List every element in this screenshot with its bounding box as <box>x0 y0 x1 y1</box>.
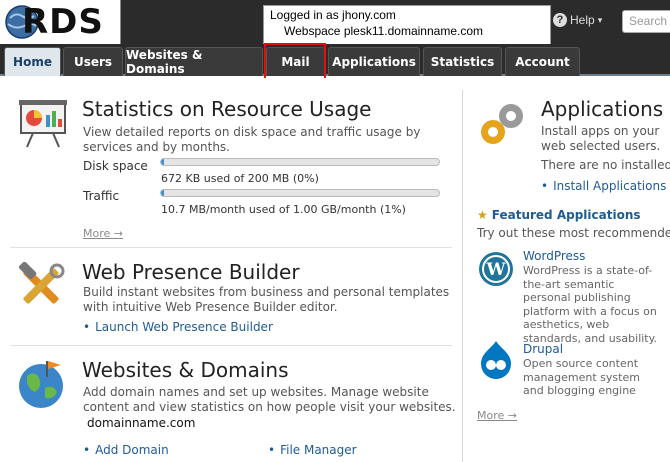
add-domain-link[interactable]: • Add Domain <box>83 443 169 457</box>
disk-usage-text: 672 KB used of 200 MB (0%) <box>161 172 319 185</box>
logo: RDS <box>0 0 121 44</box>
tab-users[interactable]: Users <box>63 47 123 76</box>
main-tabs: Home Users Websites & Domains Mail Appli… <box>0 44 670 76</box>
builder-description: Build instant websites from business and… <box>83 285 450 314</box>
tab-mail[interactable]: Mail <box>266 47 325 76</box>
traffic-usage-fill <box>161 190 164 196</box>
help-icon: ? <box>553 13 567 27</box>
section-divider <box>10 247 452 248</box>
tab-statistics[interactable]: Statistics <box>423 47 502 76</box>
tools-icon <box>18 262 65 304</box>
tab-applications[interactable]: Applications <box>328 47 420 76</box>
help-label: Help <box>570 13 595 27</box>
featured-applications-heading: ★ Featured Applications <box>477 208 641 222</box>
applications-description: Install apps on your web selected users. <box>541 124 661 153</box>
builder-title: Web Presence Builder <box>82 260 300 284</box>
disk-usage-fill <box>161 159 164 165</box>
top-header: RDS Logged in as jhony.com Webspace ples… <box>0 0 670 45</box>
domain-name: domainname.com <box>87 416 196 430</box>
search-input[interactable]: Search <box>622 10 670 33</box>
file-manager-link[interactable]: • File Manager <box>268 443 357 457</box>
chevron-down-icon: ▾ <box>597 14 603 25</box>
star-icon: ★ <box>477 208 488 222</box>
stats-title: Statistics on Resource Usage <box>82 97 372 121</box>
statistics-icon <box>19 100 67 148</box>
launch-builder-link[interactable]: • Launch Web Presence Builder <box>83 320 273 334</box>
gears-icon <box>481 104 523 144</box>
svg-text:W: W <box>485 260 506 280</box>
wordpress-description: WordPress is a state-of-the-art semantic… <box>523 264 658 345</box>
webspace-label: Webspace plesk11.domainname.com <box>284 24 483 38</box>
login-info: Logged in as jhony.com Webspace plesk11.… <box>263 5 551 45</box>
disk-usage-bar <box>160 158 440 166</box>
stats-description: View detailed reports on disk space and … <box>83 125 421 154</box>
traffic-usage-text: 10.7 MB/month used of 1.00 GB/month (1%) <box>161 203 406 216</box>
traffic-usage-bar <box>160 189 440 197</box>
section-divider <box>10 345 452 346</box>
applications-more-link[interactable]: More → <box>477 409 517 422</box>
traffic-label: Traffic <box>83 189 120 203</box>
install-applications-link[interactable]: • Install Applications <box>541 179 666 193</box>
applications-title: Applications <box>541 97 664 121</box>
tab-websites-domains[interactable]: Websites & Domains <box>125 47 263 76</box>
websites-title: Websites & Domains <box>82 358 289 382</box>
drupal-icon <box>481 341 511 379</box>
globe-folder-icon <box>19 361 63 408</box>
featured-description: Try out these most recommended <box>477 226 670 240</box>
wordpress-link[interactable]: WordPress <box>523 249 585 263</box>
no-installed-apps: There are no installed <box>541 158 670 172</box>
help-menu[interactable]: ? Help ▾ <box>553 13 602 27</box>
wordpress-icon: W <box>479 252 513 286</box>
tab-account[interactable]: Account <box>505 47 580 76</box>
stats-more-link[interactable]: More → <box>83 227 123 240</box>
drupal-description: Open source content management system an… <box>523 357 640 397</box>
disk-space-label: Disk space <box>83 159 148 173</box>
column-divider <box>462 90 463 462</box>
drupal-link[interactable]: Drupal <box>523 342 563 356</box>
logo-text: RDS <box>22 2 104 42</box>
websites-description: Add domain names and set up websites. Ma… <box>83 385 456 414</box>
tab-home[interactable]: Home <box>4 47 61 76</box>
logged-in-as: Logged in as jhony.com <box>270 8 396 22</box>
